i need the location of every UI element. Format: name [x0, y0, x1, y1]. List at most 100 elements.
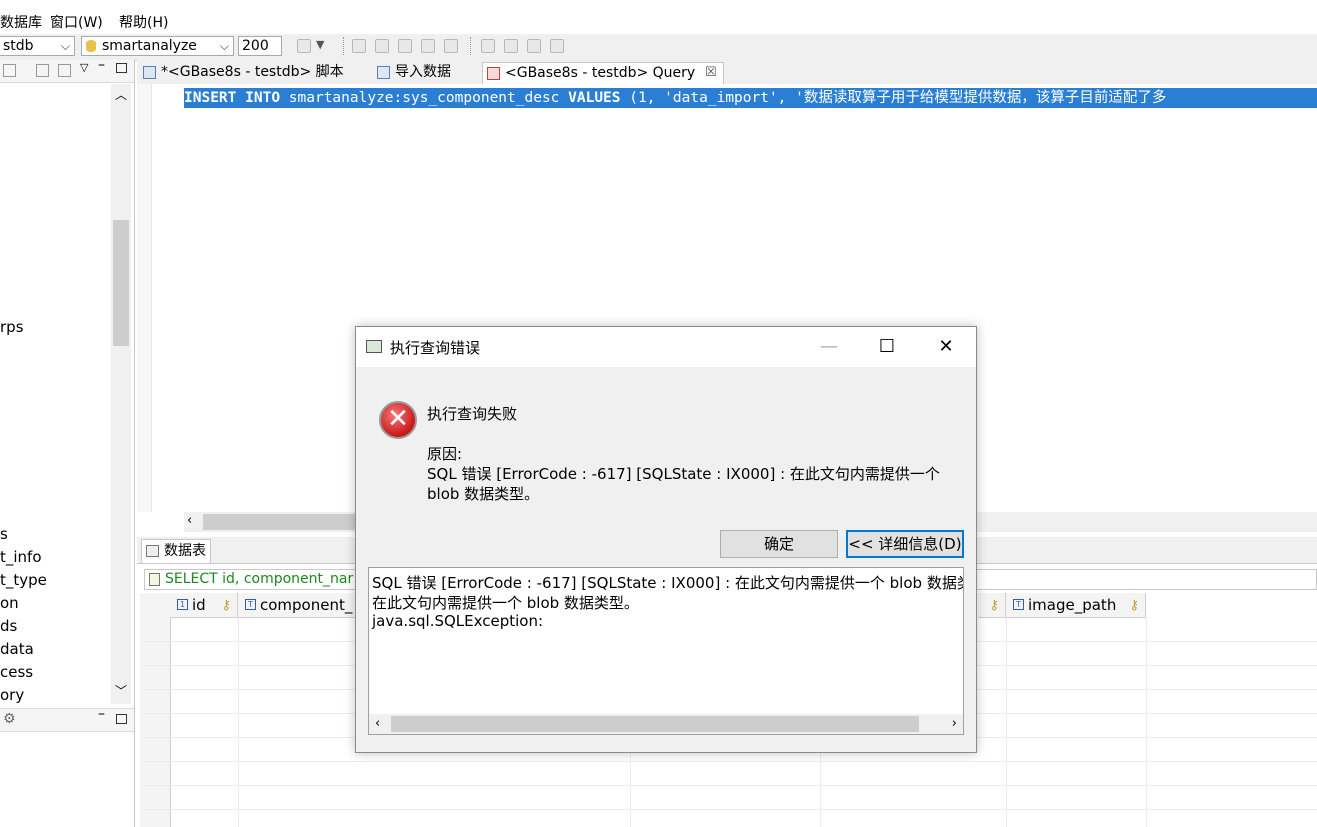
navigator-panel: ▽ – rps s t_info t_type on ds data cess …: [0, 57, 135, 827]
error-details-text[interactable]: SQL 错误 [ErrorCode : -617] [SQLState : IX…: [368, 567, 964, 735]
column-header-id[interactable]: 1 id ⚷: [170, 593, 238, 618]
column-name: component_: [260, 596, 353, 614]
view-menu-icon[interactable]: ▽: [80, 61, 88, 74]
result-sql-text: SELECT id, component_nar: [165, 571, 354, 587]
scroll-up-icon[interactable]: ︿: [115, 86, 127, 103]
sql-keyword: VALUES: [568, 90, 621, 106]
details-line: java.sql.SQLException:: [372, 612, 544, 630]
grid-column-line: [1146, 618, 1147, 827]
project-toolbar: ⚙ –: [0, 706, 134, 732]
sql-keyword: INSERT: [184, 90, 237, 106]
text-type-icon: T: [245, 599, 256, 610]
menu-database[interactable]: 数据库: [0, 12, 42, 32]
collapse-all-icon[interactable]: [36, 64, 49, 77]
key-icon: ⚷: [221, 598, 231, 613]
details-horizontal-scrollbar[interactable]: ‹ ›: [369, 714, 963, 734]
dropdown-arrow-icon[interactable]: ▼: [316, 38, 324, 51]
schema-combo[interactable]: smartanalyze ⌵: [81, 36, 234, 56]
scroll-left-icon[interactable]: ‹: [187, 513, 192, 528]
rollback-icon[interactable]: [375, 39, 389, 53]
tab-import-data[interactable]: 导入数据: [373, 62, 481, 84]
scrollbar-thumb[interactable]: [391, 716, 919, 732]
new-connection-icon[interactable]: [3, 64, 16, 77]
sql-line-selected[interactable]: INSERT INTO smartanalyze:sys_component_d…: [184, 88, 1317, 108]
tree-item[interactable]: data: [0, 640, 34, 658]
tree-item[interactable]: s: [0, 525, 8, 543]
sql-values: (1, 'data_import', '数据读取算子用于给模型提供数据，该算子目…: [629, 90, 1167, 106]
tab-script[interactable]: *<GBase8s - testdb> 脚本: [139, 62, 369, 84]
transaction-mode-icon[interactable]: [297, 39, 311, 53]
close-button[interactable]: ✕: [923, 331, 969, 363]
gear-icon[interactable]: ⚙: [3, 711, 16, 727]
editor-gutter: [137, 84, 152, 512]
redo-icon[interactable]: [421, 39, 435, 53]
import-icon: [377, 66, 390, 79]
details-line: SQL 错误 [ErrorCode : -617] [SQLState : IX…: [372, 574, 964, 592]
tab-data-table[interactable]: 数据表: [141, 539, 211, 563]
chevron-down-icon: ⌵: [60, 39, 70, 53]
result-limit-input[interactable]: 200: [238, 36, 282, 56]
grid-column-line: [238, 618, 239, 827]
minimize-icon[interactable]: –: [98, 706, 105, 722]
maximize-button[interactable]: ☐: [864, 331, 910, 363]
maximize-icon[interactable]: [116, 714, 127, 724]
database-icon: [86, 40, 96, 52]
tree-item[interactable]: t_info: [0, 548, 42, 566]
tree-item[interactable]: t_type: [0, 571, 47, 589]
column-header-image-path[interactable]: T image_path ⚷: [1006, 593, 1146, 618]
navigator-toolbar: ▽ –: [0, 57, 134, 83]
sql-icon: [149, 573, 160, 586]
close-tab-icon[interactable]: ☒: [705, 63, 717, 83]
database-combo[interactable]: stdb ⌵: [0, 36, 75, 56]
column-header-hidden[interactable]: ⚷: [978, 593, 1006, 618]
execute-icon[interactable]: [481, 39, 495, 53]
commit-icon[interactable]: [352, 39, 366, 53]
menu-help[interactable]: 帮助(H): [119, 12, 168, 32]
scrollbar-thumb[interactable]: [113, 220, 129, 346]
result-limit-value: 200: [242, 38, 269, 54]
tree-item[interactable]: ory: [0, 686, 24, 704]
minimize-icon[interactable]: –: [98, 57, 105, 73]
tab-query[interactable]: <GBase8s - testdb> Query ☒: [482, 62, 724, 84]
chevron-down-icon: ⌵: [219, 39, 229, 53]
reason-text: SQL 错误 [ErrorCode : -617] [SQLState : IX…: [427, 465, 940, 483]
grid-column-line: [1006, 618, 1007, 827]
scroll-right-icon[interactable]: ›: [952, 714, 957, 734]
tree-item[interactable]: cess: [0, 663, 33, 681]
sql-keyword: INTO: [245, 90, 281, 106]
format-icon[interactable]: [550, 39, 564, 53]
error-icon: ✕: [379, 401, 417, 439]
text-type-icon: T: [1013, 599, 1024, 610]
column-name: image_path: [1028, 596, 1117, 614]
execute-script-icon[interactable]: [504, 39, 518, 53]
error-dialog: 执行查询错误 — ☐ ✕ ✕ 执行查询失败 原因: SQL 错误 [ErrorC…: [355, 326, 977, 753]
schema-combo-value: smartanalyze: [102, 38, 197, 54]
scrollbar-thumb[interactable]: [203, 514, 363, 530]
link-editor-icon[interactable]: [58, 64, 71, 77]
minimize-button[interactable]: —: [806, 331, 852, 363]
sql-table-name: smartanalyze:sys_component_desc: [288, 90, 560, 106]
scroll-down-icon[interactable]: ﹀: [115, 682, 127, 699]
refresh-icon[interactable]: [444, 39, 458, 53]
menu-bar: 数据库 窗口(W) 帮助(H): [0, 0, 1317, 34]
database-combo-value: stdb: [3, 38, 34, 54]
tree-item[interactable]: rps: [0, 318, 24, 336]
script-icon: [143, 66, 156, 79]
details-button[interactable]: << 详细信息(D): [846, 530, 964, 558]
maximize-icon[interactable]: [116, 63, 127, 73]
navigator-scrollbar[interactable]: ︿ ﹀: [111, 84, 131, 704]
number-type-icon: 1: [177, 599, 188, 610]
grid-line: [140, 809, 1317, 810]
column-name: id: [192, 596, 206, 614]
menu-window[interactable]: 窗口(W): [50, 12, 103, 32]
scroll-left-icon[interactable]: ‹: [375, 714, 380, 734]
tab-label: 导入数据: [395, 64, 451, 80]
tree-item[interactable]: on: [0, 594, 19, 612]
explain-icon[interactable]: [527, 39, 541, 53]
tab-label: *<GBase8s - testdb> 脚本: [161, 64, 344, 80]
tree-item[interactable]: ds: [0, 617, 17, 635]
ok-button[interactable]: 确定: [720, 530, 838, 558]
undo-icon[interactable]: [398, 39, 412, 53]
editor-tabs: *<GBase8s - testdb> 脚本 导入数据 <GBase8s - t…: [137, 60, 1317, 85]
column-header-component[interactable]: T component_: [238, 593, 358, 618]
